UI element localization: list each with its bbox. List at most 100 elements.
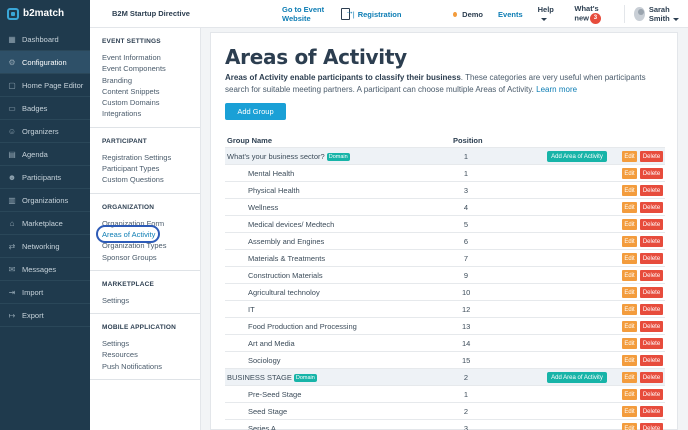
notification-count-badge: 3 xyxy=(589,13,601,24)
edit-button[interactable]: Edit xyxy=(622,304,637,315)
add-area-of-activity-button[interactable]: Add Area of Activity xyxy=(547,372,607,383)
table-row: Medical devices/ Medtech 5 Edit Delete xyxy=(225,215,665,232)
nav-item-configuration[interactable]: ⚙ Configuration xyxy=(0,51,90,74)
user-menu[interactable]: Sarah Smith xyxy=(649,5,688,23)
submenu-link-event-information[interactable]: Event Information xyxy=(102,52,200,63)
row-name: Mental Health xyxy=(248,169,294,178)
delete-button[interactable]: Delete xyxy=(640,253,663,264)
submenu-link-registration-settings[interactable]: Registration Settings xyxy=(102,152,200,163)
edit-button[interactable]: Edit xyxy=(622,372,637,383)
areas-table: What's your business sector? Domain 1 Add A… xyxy=(225,147,665,430)
row-name-text: Series A xyxy=(248,424,276,430)
delete-button[interactable]: Delete xyxy=(640,338,663,349)
nav-item-export[interactable]: ↦ Export xyxy=(0,304,90,327)
event-title: B2M Startup Directive xyxy=(112,9,190,18)
nav-item-agenda[interactable]: ▤ Agenda xyxy=(0,143,90,166)
nav-item-participants[interactable]: ☻ Participants xyxy=(0,166,90,189)
nav-item-organizers[interactable]: ☺ Organizers xyxy=(0,120,90,143)
edit-button[interactable]: Edit xyxy=(622,389,637,400)
edit-button[interactable]: Edit xyxy=(622,338,637,349)
submenu-link-mobile-settings[interactable]: Settings xyxy=(102,338,200,349)
nav-item-import[interactable]: ⇥ Import xyxy=(0,281,90,304)
submenu-link-branding[interactable]: Branding xyxy=(102,75,200,86)
delete-button[interactable]: Delete xyxy=(640,389,663,400)
delete-button[interactable]: Delete xyxy=(640,202,663,213)
delete-button[interactable]: Delete xyxy=(640,151,663,162)
row-position: 1 xyxy=(463,390,469,399)
submenu-link-resources[interactable]: Resources xyxy=(102,349,200,360)
delete-button[interactable]: Delete xyxy=(640,406,663,417)
delete-button[interactable]: Delete xyxy=(640,355,663,366)
add-area-of-activity-button[interactable]: Add Area of Activity xyxy=(547,151,607,162)
submenu-link-push-notifications[interactable]: Push Notifications xyxy=(102,361,200,372)
export-icon: ↦ xyxy=(8,310,16,320)
edit-button[interactable]: Edit xyxy=(622,168,637,179)
help-menu[interactable]: Help xyxy=(538,5,557,23)
edit-button[interactable]: Edit xyxy=(622,355,637,366)
add-group-button[interactable]: Add Group xyxy=(225,103,286,120)
row-name: BUSINESS STAGE Domain xyxy=(227,373,317,383)
section-title: ORGANIZATION xyxy=(102,203,155,211)
nav-item-marketplace[interactable]: ⌂ Marketplace xyxy=(0,212,90,235)
delete-button[interactable]: Delete xyxy=(640,304,663,315)
submenu-link-integrations[interactable]: Integrations xyxy=(102,108,200,119)
nav-item-badges[interactable]: ▭ Badges xyxy=(0,97,90,120)
table-row: Mental Health 1 Edit Delete xyxy=(225,164,665,181)
submenu-link-event-components[interactable]: Event Components xyxy=(102,63,200,74)
delete-button[interactable]: Delete xyxy=(640,287,663,298)
page-description: Areas of Activity enable participants to… xyxy=(225,72,665,95)
delete-button[interactable]: Delete xyxy=(640,270,663,281)
nav-item-dashboard[interactable]: ▦ Dashboard xyxy=(0,28,90,51)
whats-new-button[interactable]: What's new 3 xyxy=(574,4,613,24)
delete-button[interactable]: Delete xyxy=(640,321,663,332)
row-name: Medical devices/ Medtech xyxy=(248,220,334,229)
edit-button[interactable]: Edit xyxy=(622,423,637,430)
nav-item-home-page-editor[interactable]: ▢ Home Page Editor xyxy=(0,74,90,97)
row-name: Materials & Treatments xyxy=(248,254,325,263)
column-header-position: Position xyxy=(453,136,483,145)
edit-button[interactable]: Edit xyxy=(622,287,637,298)
nav-item-label: Export xyxy=(22,310,44,320)
edit-button[interactable]: Edit xyxy=(622,185,637,196)
edit-button[interactable]: Edit xyxy=(622,321,637,332)
edit-button[interactable]: Edit xyxy=(622,270,637,281)
submenu-link-sponsor-groups[interactable]: Sponsor Groups xyxy=(102,252,200,263)
go-to-event-link[interactable]: Go to Event Website xyxy=(282,5,336,23)
row-position: 12 xyxy=(462,305,471,314)
edit-button[interactable]: Edit xyxy=(622,253,637,264)
nav-item-networking[interactable]: ⇄ Networking xyxy=(0,235,90,258)
submenu-link-areas-of-activity[interactable]: Areas of Activity xyxy=(96,224,200,243)
import-icon: ⇥ xyxy=(8,287,16,297)
table-row: IT 12 Edit Delete xyxy=(225,300,665,317)
edit-button[interactable]: Edit xyxy=(622,202,637,213)
registration-link[interactable]: Registration xyxy=(358,10,402,19)
delete-button[interactable]: Delete xyxy=(640,185,663,196)
nav-item-label: Dashboard xyxy=(22,34,59,44)
nav-item-organizations[interactable]: ▥ Organizations xyxy=(0,189,90,212)
events-link[interactable]: Events xyxy=(498,10,523,19)
submenu-link-marketplace-settings[interactable]: Settings xyxy=(102,295,200,306)
edit-button[interactable]: Edit xyxy=(622,151,637,162)
delete-button[interactable]: Delete xyxy=(640,236,663,247)
avatar[interactable] xyxy=(634,7,645,21)
learn-more-link[interactable]: Learn more xyxy=(536,85,577,94)
nav-item-label: Organizers xyxy=(22,126,59,136)
submenu-link-participant-types[interactable]: Participant Types xyxy=(102,163,200,174)
page-icon: ▢ xyxy=(8,80,16,90)
edit-button[interactable]: Edit xyxy=(622,236,637,247)
delete-button[interactable]: Delete xyxy=(640,219,663,230)
submenu-link-custom-domains[interactable]: Custom Domains xyxy=(102,97,200,108)
submenu-link-custom-questions[interactable]: Custom Questions xyxy=(102,174,200,185)
table-row: Pre-Seed Stage 1 Edit Delete xyxy=(225,385,665,402)
brand[interactable]: b2match xyxy=(0,0,90,28)
table-row: Series A 3 Edit Delete xyxy=(225,419,665,430)
delete-button[interactable]: Delete xyxy=(640,168,663,179)
submenu-link-content-snippets[interactable]: Content Snippets xyxy=(102,86,200,97)
delete-button[interactable]: Delete xyxy=(640,372,663,383)
edit-button[interactable]: Edit xyxy=(622,219,637,230)
delete-button[interactable]: Delete xyxy=(640,423,663,430)
organization-section: ORGANIZATION Organization Form Areas of … xyxy=(90,194,200,271)
calendar-icon: ▤ xyxy=(8,149,16,159)
edit-button[interactable]: Edit xyxy=(622,406,637,417)
nav-item-messages[interactable]: ✉ Messages xyxy=(0,258,90,281)
